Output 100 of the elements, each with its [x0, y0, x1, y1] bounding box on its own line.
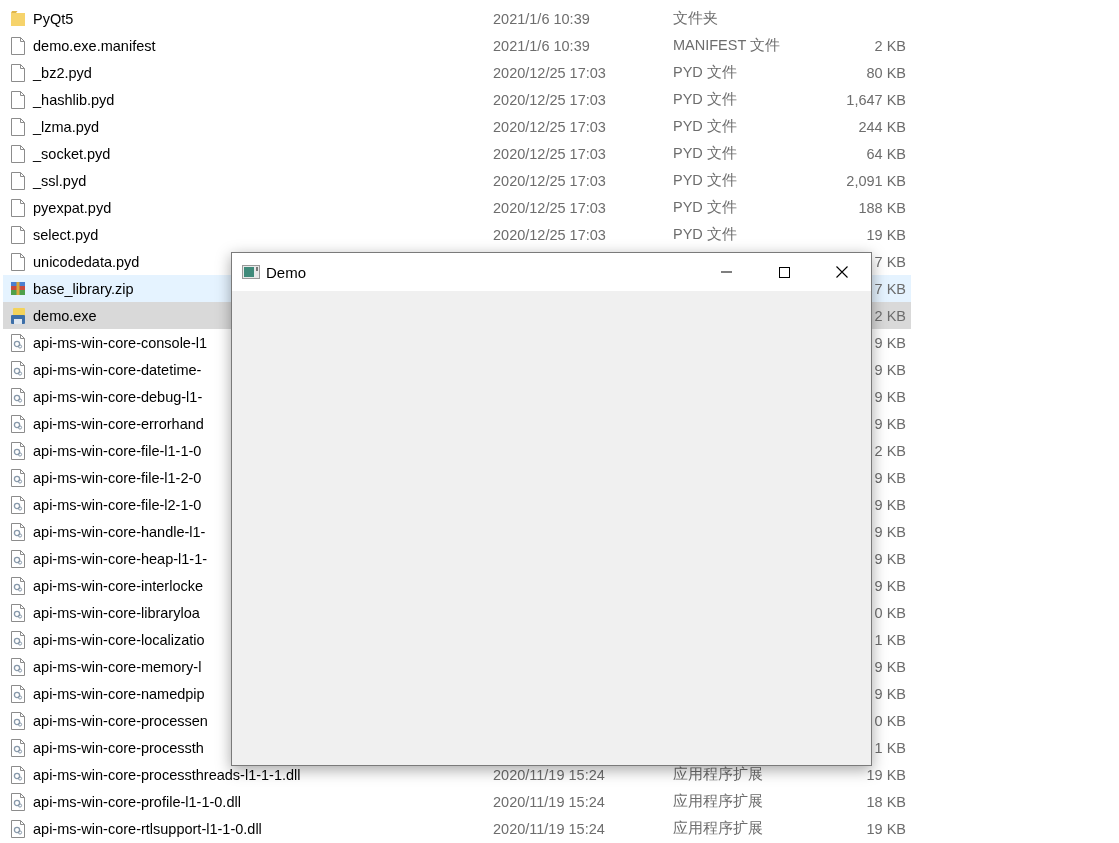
modified-date: 2020/12/25 17:03	[493, 226, 606, 243]
file-size: 9 KB	[874, 577, 906, 594]
gear-file-icon	[10, 792, 26, 811]
file-name[interactable]: api-ms-win-core-libraryloa	[33, 604, 200, 621]
modified-date: 2020/12/25 17:03	[493, 118, 606, 135]
file-name[interactable]: api-ms-win-core-heap-l1-1-	[33, 550, 208, 567]
file-name[interactable]: demo.exe	[33, 307, 97, 324]
file-size: 0 KB	[874, 604, 906, 621]
file-size: 9 KB	[874, 496, 906, 513]
file-type: PYD 文件	[673, 198, 737, 217]
gear-file-icon	[10, 414, 26, 433]
file-size: 2 KB	[874, 442, 906, 459]
file-name[interactable]: api-ms-win-core-console-l1	[33, 334, 208, 351]
file-size: 9 KB	[874, 361, 906, 378]
file-size: 9 KB	[874, 523, 906, 540]
file-name[interactable]: api-ms-win-core-file-l2-1-0	[33, 496, 202, 513]
modified-date: 2020/11/19 15:24	[493, 793, 605, 810]
file-type: PYD 文件	[673, 225, 737, 244]
file-type: PYD 文件	[673, 63, 737, 82]
file-name[interactable]: api-ms-win-core-handle-l1-	[33, 523, 206, 540]
file-name[interactable]: _bz2.pyd	[33, 64, 92, 81]
modified-date: 2021/1/6 10:39	[493, 37, 590, 54]
file-name[interactable]: api-ms-win-core-file-l1-1-0	[33, 442, 202, 459]
file-type: PYD 文件	[673, 90, 737, 109]
file-size: 1 KB	[874, 631, 906, 648]
file-name[interactable]: pyexpat.pyd	[33, 199, 112, 216]
file-name[interactable]: api-ms-win-core-errorhand	[33, 415, 204, 432]
file-size: 2 KB	[874, 307, 906, 324]
gear-file-icon	[10, 819, 26, 838]
file-name[interactable]: _ssl.pyd	[33, 172, 87, 189]
file-icon	[10, 63, 26, 82]
file-name[interactable]: _hashlib.pyd	[33, 91, 115, 108]
modified-date: 2021/1/6 10:39	[493, 10, 590, 27]
gear-file-icon	[10, 738, 26, 757]
file-name[interactable]: api-ms-win-core-processthreads-l1-1-1.dll	[33, 766, 301, 783]
file-size: 1 KB	[874, 739, 906, 756]
file-name[interactable]: _lzma.pyd	[33, 118, 100, 135]
file-name[interactable]: api-ms-win-core-localizatio	[33, 631, 205, 648]
file-size: 9 KB	[874, 388, 906, 405]
file-size: 19 KB	[866, 820, 906, 837]
file-name[interactable]: api-ms-win-core-processen	[33, 712, 208, 729]
file-type: 应用程序扩展	[673, 819, 763, 838]
file-size: 9 KB	[874, 334, 906, 351]
file-icon	[10, 225, 26, 244]
file-name[interactable]: api-ms-win-core-interlocke	[33, 577, 203, 594]
file-icon	[10, 36, 26, 55]
file-size: 9 KB	[874, 685, 906, 702]
gear-file-icon	[10, 360, 26, 379]
file-icon	[10, 144, 26, 163]
file-name[interactable]: demo.exe.manifest	[33, 37, 156, 54]
file-icon	[10, 198, 26, 217]
file-name[interactable]: api-ms-win-core-namedpip	[33, 685, 205, 702]
modified-date: 2020/12/25 17:03	[493, 64, 606, 81]
file-name[interactable]: _socket.pyd	[33, 145, 111, 162]
modified-date: 2020/12/25 17:03	[493, 172, 606, 189]
file-type: PYD 文件	[673, 144, 737, 163]
file-name[interactable]: api-ms-win-core-file-l1-2-0	[33, 469, 202, 486]
file-name[interactable]: api-ms-win-core-profile-l1-1-0.dll	[33, 793, 241, 810]
file-type: 应用程序扩展	[673, 765, 763, 784]
file-name[interactable]: api-ms-win-core-processth	[33, 739, 204, 756]
gear-file-icon	[10, 765, 26, 784]
folder-icon	[10, 9, 26, 28]
file-icon	[10, 171, 26, 190]
file-size: 80 KB	[866, 64, 906, 81]
close-icon	[836, 266, 848, 278]
app-icon	[242, 265, 260, 279]
file-name[interactable]: base_library.zip	[33, 280, 134, 297]
file-icon	[10, 117, 26, 136]
gear-file-icon	[10, 522, 26, 541]
modified-date: 2020/11/19 15:24	[493, 820, 605, 837]
file-size: 2,091 KB	[846, 172, 906, 189]
file-type: PYD 文件	[673, 171, 737, 190]
gear-file-icon	[10, 387, 26, 406]
file-size: 7 KB	[874, 253, 906, 270]
file-type: 文件夹	[673, 9, 718, 28]
file-size: 64 KB	[866, 145, 906, 162]
archive-icon	[10, 279, 26, 298]
file-size: 9 KB	[874, 469, 906, 486]
file-name[interactable]: unicodedata.pyd	[33, 253, 140, 270]
file-size: 9 KB	[874, 550, 906, 567]
file-icon	[10, 252, 26, 271]
file-name[interactable]: PyQt5	[33, 10, 74, 27]
gear-file-icon	[10, 549, 26, 568]
minimize-icon	[720, 271, 732, 273]
gear-file-icon	[10, 630, 26, 649]
gear-file-icon	[10, 657, 26, 676]
file-size: 19 KB	[866, 766, 906, 783]
modified-date: 2020/12/25 17:03	[493, 199, 606, 216]
modified-date: 2020/11/19 15:24	[493, 766, 605, 783]
modified-date: 2020/12/25 17:03	[493, 91, 606, 108]
file-name[interactable]: api-ms-win-core-rtlsupport-l1-1-0.dll	[33, 820, 262, 837]
file-name[interactable]: select.pyd	[33, 226, 99, 243]
file-size: 19 KB	[866, 226, 906, 243]
file-name[interactable]: api-ms-win-core-memory-l	[33, 658, 202, 675]
file-name[interactable]: api-ms-win-core-datetime-	[33, 361, 202, 378]
file-name[interactable]: api-ms-win-core-debug-l1-	[33, 388, 203, 405]
gear-file-icon	[10, 333, 26, 352]
gear-file-icon	[10, 711, 26, 730]
maximize-icon	[778, 266, 790, 278]
modified-date: 2020/12/25 17:03	[493, 145, 606, 162]
